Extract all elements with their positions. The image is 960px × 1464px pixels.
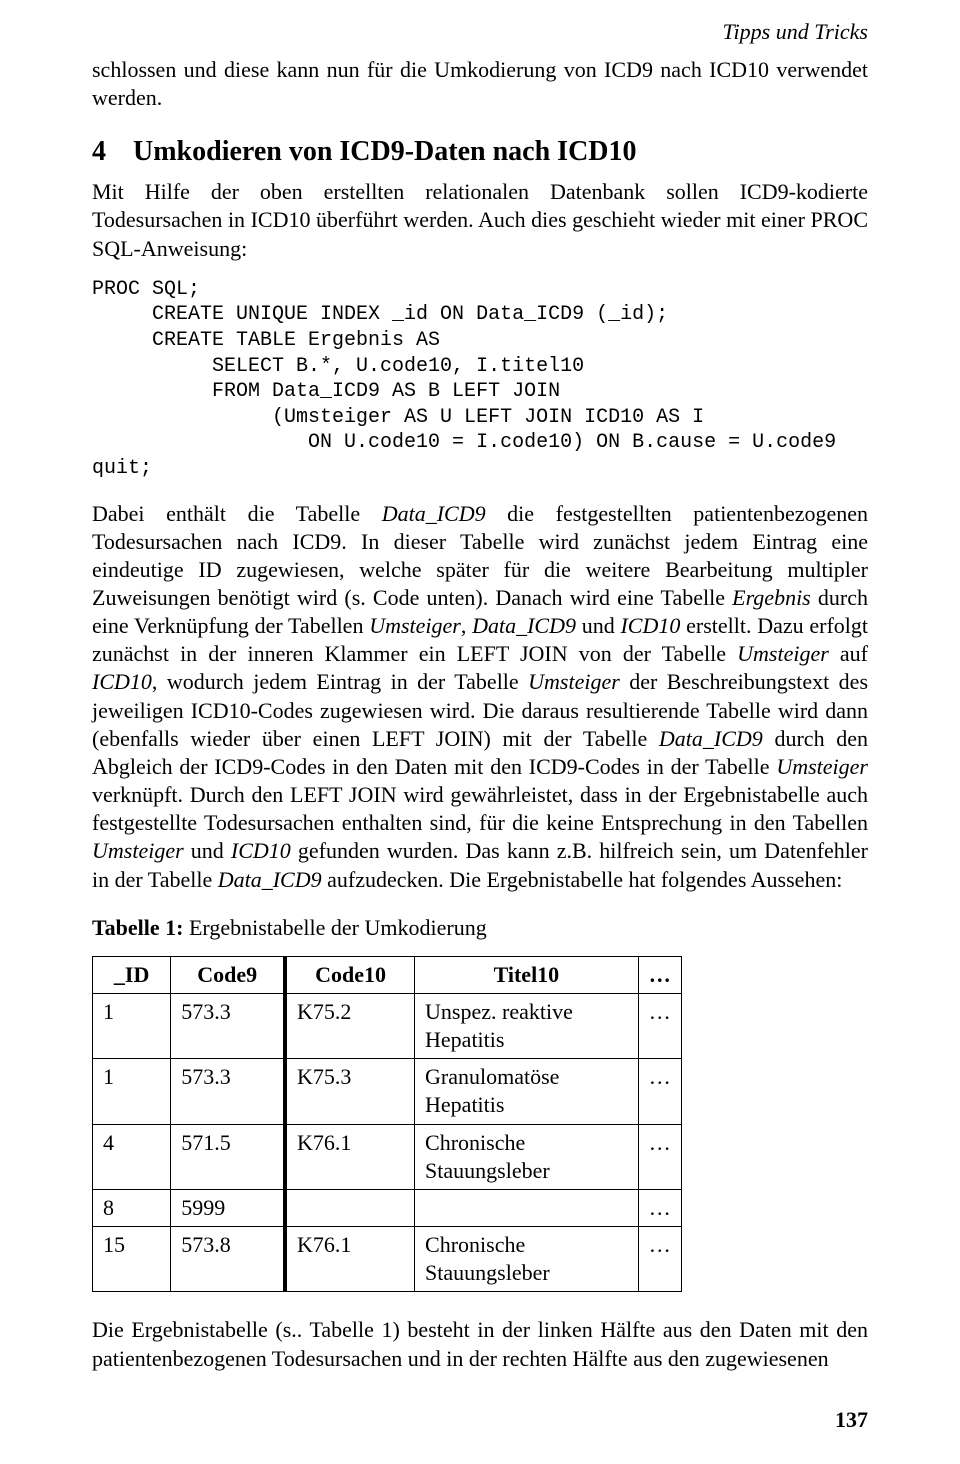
table-caption: Tabelle 1: Ergebnistabelle der Umkodieru… — [92, 914, 868, 942]
section-lead-paragraph: Mit Hilfe der oben erstellten relational… — [92, 178, 868, 262]
table-cell: K75.2 — [285, 994, 415, 1059]
page-number: 137 — [835, 1406, 868, 1434]
th-code9: Code9 — [171, 956, 285, 993]
table-cell — [285, 1189, 415, 1226]
table-cell: Granulomatöse Hepatitis — [415, 1059, 639, 1124]
table-cell: … — [638, 994, 681, 1059]
table-cell: 5999 — [171, 1189, 285, 1226]
table-row: 4571.5K76.1Chronische Stauungsleber… — [93, 1124, 682, 1189]
th-id: _ID — [93, 956, 171, 993]
table-cell: Chronische Stauungsleber — [415, 1227, 639, 1292]
th-titel10: Titel10 — [415, 956, 639, 993]
table-cell: 573.3 — [171, 1059, 285, 1124]
code-block-sql: PROC SQL; CREATE UNIQUE INDEX _id ON Dat… — [92, 277, 868, 482]
body-paragraph: Dabei enthält die Tabelle Data_ICD9 die … — [92, 500, 868, 894]
table-cell: Unspez. reaktive Hepatitis — [415, 994, 639, 1059]
table-cell: Chronische Stauungsleber — [415, 1124, 639, 1189]
table-row: 1573.3K75.2Unspez. reaktive Hepatitis… — [93, 994, 682, 1059]
section-title: Umkodieren von ICD9-Daten nach ICD10 — [133, 136, 637, 167]
table-cell: 4 — [93, 1124, 171, 1189]
table-header-row: _ID Code9 Code10 Titel10 … — [93, 956, 682, 993]
table-cell: 15 — [93, 1227, 171, 1292]
table-caption-text: Ergebnistabelle der Umkodierung — [183, 915, 486, 940]
intro-paragraph: schlossen und diese kann nun für die Umk… — [92, 56, 868, 112]
th-code10: Code10 — [285, 956, 415, 993]
table-cell: … — [638, 1059, 681, 1124]
th-ellipsis: … — [638, 956, 681, 993]
closing-paragraph: Die Ergebnistabelle (s.. Tabelle 1) best… — [92, 1316, 868, 1372]
table-cell: K75.3 — [285, 1059, 415, 1124]
table-cell: 573.8 — [171, 1227, 285, 1292]
table-caption-prefix: Tabelle 1: — [92, 915, 183, 940]
table-cell: 571.5 — [171, 1124, 285, 1189]
table-cell: … — [638, 1124, 681, 1189]
table-cell: K76.1 — [285, 1124, 415, 1189]
table-cell: … — [638, 1227, 681, 1292]
table-cell: 1 — [93, 994, 171, 1059]
table-row: 1573.3K75.3Granulomatöse Hepatitis… — [93, 1059, 682, 1124]
table-row: 85999 … — [93, 1189, 682, 1226]
table-cell — [415, 1189, 639, 1226]
table-cell: 8 — [93, 1189, 171, 1226]
table-cell: … — [638, 1189, 681, 1226]
section-number: 4 — [92, 134, 126, 170]
table-cell: 1 — [93, 1059, 171, 1124]
table-cell: K76.1 — [285, 1227, 415, 1292]
page-header-right: Tipps und Tricks — [92, 18, 868, 46]
table-cell: 573.3 — [171, 994, 285, 1059]
table-row: 15573.8K76.1Chronische Stauungsleber… — [93, 1227, 682, 1292]
section-heading: 4 Umkodieren von ICD9-Daten nach ICD10 — [92, 134, 868, 170]
result-table: _ID Code9 Code10 Titel10 … 1573.3K75.2Un… — [92, 956, 682, 1293]
